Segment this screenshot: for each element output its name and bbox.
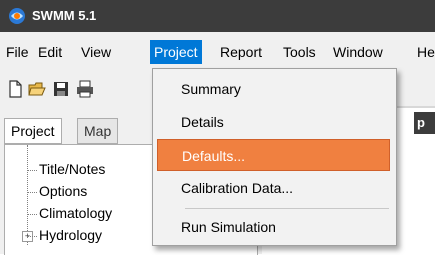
menu-item-summary[interactable]: Summary	[157, 73, 390, 105]
open-folder-icon[interactable]	[28, 80, 46, 98]
print-icon[interactable]	[76, 80, 94, 98]
menu-item-details[interactable]: Details	[157, 106, 390, 138]
tree-item-hydrology[interactable]: Hydrology	[27, 225, 102, 245]
tab-project[interactable]: Project	[4, 118, 62, 144]
menu-item-calibration-data[interactable]: Calibration Data...	[157, 172, 390, 204]
child-window-caption: p	[414, 112, 435, 134]
menu-report[interactable]: Report	[220, 43, 262, 61]
menu-file[interactable]: File	[6, 43, 29, 61]
tree-item-title-notes[interactable]: Title/Notes	[27, 159, 105, 179]
tree-item-options[interactable]: Options	[27, 181, 87, 201]
project-menu-dropdown: Summary Details Defaults... Calibration …	[152, 68, 397, 246]
save-icon[interactable]	[52, 80, 70, 98]
menu-project[interactable]: Project	[150, 40, 202, 64]
new-file-icon[interactable]	[6, 80, 24, 98]
menu-tools[interactable]: Tools	[283, 43, 316, 61]
tab-map[interactable]: Map	[77, 118, 119, 144]
menu-edit[interactable]: Edit	[38, 43, 62, 61]
menu-item-run-simulation[interactable]: Run Simulation	[157, 211, 390, 243]
title-bar: SWMM 5.1	[0, 0, 435, 32]
menu-view[interactable]: View	[81, 43, 111, 61]
menu-bar: File Edit View Project Report Tools Wind…	[0, 32, 435, 73]
menu-help[interactable]: He	[417, 43, 435, 61]
menu-item-defaults[interactable]: Defaults...	[157, 139, 390, 171]
window-title: SWMM 5.1	[32, 8, 97, 23]
menu-separator	[185, 208, 389, 209]
tree-item-climatology[interactable]: Climatology	[27, 203, 112, 223]
menu-window[interactable]: Window	[333, 43, 383, 61]
swmm-app-icon[interactable]	[8, 7, 26, 25]
